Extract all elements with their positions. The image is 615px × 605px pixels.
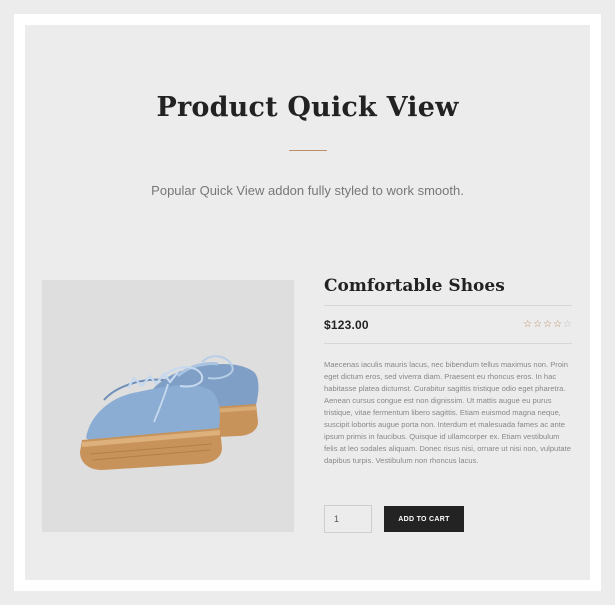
price-bottom-divider — [324, 343, 572, 344]
product-price: $123.00 — [324, 317, 369, 332]
star-filled-icon: ☆ — [533, 318, 543, 330]
sneakers-illustration — [80, 355, 259, 470]
star-empty-icon: ☆ — [563, 318, 572, 330]
product-image — [42, 280, 294, 532]
star-filled-icon: ☆ — [553, 318, 563, 330]
star-filled-icon: ☆ — [523, 318, 533, 330]
product-description: Maecenas iaculis mauris lacus, nec biben… — [324, 360, 571, 465]
rating-stars: ☆ ☆ ☆ ☆ ☆ — [523, 318, 572, 330]
cart-actions: Add to cart — [324, 505, 572, 533]
page-subtitle: Popular Quick View addon fully styled to… — [151, 183, 464, 198]
star-filled-icon: ☆ — [543, 318, 553, 330]
add-to-cart-button[interactable]: Add to cart — [384, 506, 464, 532]
front-shoe — [80, 366, 222, 470]
product-details: Comfortable Shoes $123.00 ☆ ☆ ☆ ☆ ☆ Maec… — [324, 275, 572, 533]
title-divider — [289, 150, 327, 151]
product-name: Comfortable Shoes — [324, 276, 505, 296]
quantity-input[interactable] — [324, 505, 372, 533]
price-row: $123.00 ☆ ☆ ☆ ☆ ☆ — [324, 306, 572, 343]
page-title: Product Quick View — [156, 92, 459, 123]
